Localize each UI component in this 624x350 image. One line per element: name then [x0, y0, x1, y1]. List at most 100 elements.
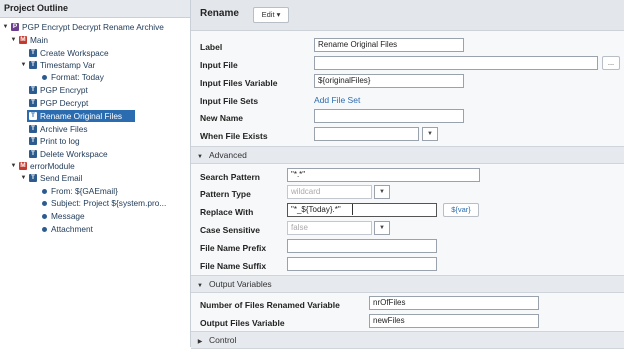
task-icon: T [29, 49, 37, 57]
tree-node-label: Message [51, 211, 85, 221]
edit-button[interactable]: Edit ▾ [253, 7, 289, 23]
replace-with-input[interactable]: "*_${Today}.*" [287, 203, 437, 217]
task-icon: T [29, 86, 37, 94]
insert-variable-button[interactable]: ${var} [443, 203, 479, 217]
tree-node-error-module[interactable]: ▼ M errorModule [10, 160, 75, 172]
tree-node-attachment[interactable]: Attachment [40, 223, 93, 235]
tree-node-label: errorModule [30, 161, 75, 171]
collapse-icon[interactable]: ▼ [10, 34, 17, 46]
case-sensitive-label: Case Sensitive [200, 225, 261, 235]
case-sensitive-select[interactable]: false [287, 221, 372, 235]
tree-node-subject[interactable]: Subject: Project ${system.pro... [40, 197, 166, 209]
bullet-icon [42, 188, 47, 194]
tree-node-label: Create Workspace [40, 48, 109, 58]
task-icon: T [29, 112, 37, 120]
input-file-label: Input File [200, 60, 238, 70]
task-properties-panel: Rename Edit ▾ Label Rename Original File… [191, 0, 624, 349]
chevron-down-icon: ▼ [197, 283, 203, 289]
tree-node-main[interactable]: ▼ M Main [10, 34, 48, 46]
label-input[interactable]: Rename Original Files [314, 38, 464, 52]
tree-node-label: Attachment [51, 224, 93, 234]
tree-node-label: Print to log [40, 136, 80, 146]
when-file-exists-label: When File Exists [200, 131, 268, 141]
task-icon: T [29, 99, 37, 107]
task-icon: T [29, 174, 37, 182]
tree-node-label: Timestamp Var [40, 60, 96, 70]
advanced-section-title: Advanced [209, 150, 247, 160]
bullet-icon [42, 74, 47, 80]
chevron-down-icon[interactable]: ▼ [374, 221, 390, 235]
pattern-type-select[interactable]: wildcard [287, 185, 372, 199]
tree-node-label: Delete Workspace [40, 149, 108, 159]
tree-node-label: Send Email [40, 173, 83, 183]
bullet-icon [42, 226, 47, 232]
tree-node-label: Format: Today [51, 72, 104, 82]
file-name-prefix-input[interactable] [287, 239, 437, 253]
tree-node-label: PGP Decrypt [40, 98, 89, 108]
bullet-icon [42, 213, 47, 219]
tree-node-message[interactable]: Message [40, 210, 85, 222]
tree-node-delete-workspace[interactable]: T Delete Workspace [29, 148, 108, 160]
tree-node-project[interactable]: ▼ P PGP Encrypt Decrypt Rename Archive [2, 21, 164, 33]
module-icon: M [19, 162, 27, 170]
tree-node-print-to-log[interactable]: T Print to log [29, 135, 80, 147]
tree-node-label: From: ${GAEmail} [51, 186, 118, 196]
tree-node-timestamp-var[interactable]: ▼ T Timestamp Var [20, 59, 96, 71]
add-file-set-link[interactable]: Add File Set [314, 95, 360, 105]
search-pattern-label: Search Pattern [200, 172, 260, 182]
search-pattern-input[interactable]: "*.*" [287, 168, 480, 182]
project-outline-panel: Project Outline ▼ P PGP Encrypt Decrypt … [0, 0, 191, 347]
tree-node-from[interactable]: From: ${GAEmail} [40, 185, 118, 197]
new-name-label: New Name [200, 113, 243, 123]
tree-node-pgp-decrypt[interactable]: T PGP Decrypt [29, 97, 88, 109]
browse-button[interactable]: ... [602, 56, 620, 70]
project-icon: P [11, 23, 19, 31]
output-variables-section-title: Output Variables [209, 279, 272, 289]
tree-node-pgp-encrypt[interactable]: T PGP Encrypt [29, 84, 88, 96]
chevron-down-icon[interactable]: ▼ [422, 127, 438, 141]
bullet-icon [42, 200, 47, 206]
file-name-suffix-label: File Name Suffix [200, 261, 267, 271]
collapse-icon[interactable]: ▼ [20, 59, 27, 71]
output-files-variable-label: Output Files Variable [200, 318, 285, 328]
input-file-input[interactable] [314, 56, 598, 70]
task-icon: T [29, 125, 37, 133]
new-name-input[interactable] [314, 109, 464, 123]
chevron-down-icon[interactable]: ▼ [374, 185, 390, 199]
project-outline-title: Project Outline [0, 0, 190, 18]
file-name-prefix-label: File Name Prefix [200, 243, 267, 253]
pattern-type-label: Pattern Type [200, 189, 251, 199]
panel-header: Rename Edit ▾ [191, 0, 624, 31]
chevron-down-icon: ▼ [197, 154, 203, 160]
tree-node-archive-files[interactable]: T Archive Files [29, 123, 88, 135]
file-name-suffix-input[interactable] [287, 257, 437, 271]
control-section-title: Control [209, 335, 237, 345]
text-cursor [352, 204, 353, 215]
tree-node-format-today[interactable]: Format: Today [40, 71, 104, 83]
advanced-section-header[interactable]: ▼ Advanced [191, 146, 624, 164]
control-section-header[interactable]: ▶ Control [191, 331, 624, 349]
input-file-sets-label: Input File Sets [200, 96, 259, 106]
input-files-variable-input[interactable]: ${originalFiles} [314, 74, 464, 88]
replace-with-label: Replace With [200, 207, 254, 217]
tree-node-label: Archive Files [40, 124, 88, 134]
task-icon: T [29, 150, 37, 158]
collapse-icon[interactable]: ▼ [10, 160, 17, 172]
files-renamed-variable-label: Number of Files Renamed Variable [200, 300, 340, 310]
collapse-icon[interactable]: ▼ [2, 21, 9, 33]
task-icon: T [29, 61, 37, 69]
output-variables-section-header[interactable]: ▼ Output Variables [191, 275, 624, 293]
tree-node-rename-original-files[interactable]: T Rename Original Files [27, 110, 135, 122]
output-files-variable-input[interactable]: newFiles [369, 314, 539, 328]
panel-title: Rename [200, 8, 239, 19]
tree-node-label: Rename Original Files [40, 111, 123, 121]
chevron-right-icon: ▶ [197, 339, 203, 345]
input-files-variable-label: Input Files Variable [200, 78, 278, 88]
tree-node-send-email[interactable]: ▼ T Send Email [20, 172, 83, 184]
collapse-icon[interactable]: ▼ [20, 172, 27, 184]
tree-node-label: Subject: Project ${system.pro... [51, 198, 167, 208]
when-file-exists-select[interactable] [314, 127, 419, 141]
tree-node-create-workspace[interactable]: T Create Workspace [29, 47, 109, 59]
files-renamed-variable-input[interactable]: nrOfFiles [369, 296, 539, 310]
label-field-label: Label [200, 42, 223, 52]
